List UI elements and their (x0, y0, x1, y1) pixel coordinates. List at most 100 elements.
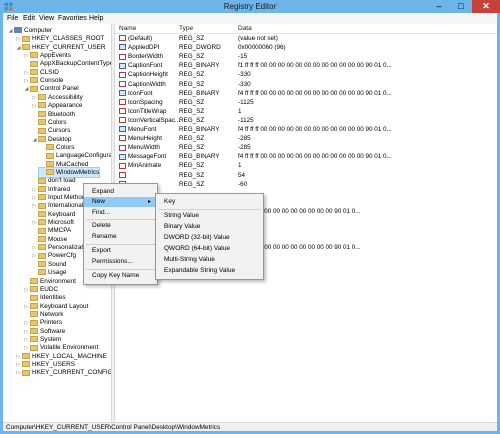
list-row[interactable]: IconVerticalSpac... REG_SZ -1125 (115, 116, 497, 125)
menu-favorites[interactable]: Favorites (58, 15, 87, 22)
folder-icon (30, 344, 38, 351)
value-type: REG_SZ (179, 35, 205, 42)
menu-file[interactable]: File (7, 15, 18, 22)
list-row[interactable]: BorderWidth REG_SZ -15 (115, 52, 497, 61)
value-name-text: MenuFont (128, 126, 157, 133)
column-header-data[interactable]: Data (238, 25, 252, 32)
list-row[interactable]: CaptionWidth REG_SZ -330 (115, 80, 497, 89)
menu-item-find[interactable]: Find... (84, 208, 157, 218)
tree-item-label: AppEvents (40, 52, 71, 60)
folder-icon (30, 60, 38, 67)
menu-item-export[interactable]: Export (84, 246, 157, 256)
submenu-item-binary-value[interactable]: Binary Value (156, 222, 200, 232)
folder-icon (22, 35, 30, 42)
registry-editor-window: Registry Editor – □ ✕ File Edit View Fav… (0, 0, 500, 434)
folder-icon (30, 327, 38, 334)
computer-icon (14, 27, 22, 34)
value-data: -330 (238, 80, 251, 88)
menu-view[interactable]: View (39, 15, 54, 22)
tree-item-label: WindowMetrics (56, 168, 100, 176)
tree-item-label: Control Panel (40, 85, 79, 93)
collapse-arrow-icon[interactable]: ◢ (23, 85, 30, 94)
folder-icon (30, 294, 38, 301)
folder-icon (30, 77, 38, 84)
tree-item-label: Computer (24, 27, 53, 34)
list-row[interactable]: IconFont REG_BINARY f4 ff ff ff 00 00 00 0… (115, 89, 497, 98)
folder-icon (38, 252, 46, 259)
tree-item-label: Input Method (48, 194, 86, 201)
menu-item-copy-key-name[interactable]: Copy Key Name (84, 271, 157, 281)
value-name: BorderWidth (119, 52, 163, 61)
collapse-arrow-icon[interactable]: ◢ (7, 27, 14, 36)
tree-item-label: Keyboard (48, 210, 76, 218)
list-row[interactable]: (Default) REG_SZ (value not set) (115, 34, 497, 43)
value-name-text: IconVerticalSpac... (128, 116, 181, 124)
value-data: 54 (238, 171, 246, 179)
list-row[interactable]: MinAnimate REG_SZ 1 (115, 161, 497, 170)
list-row[interactable]: IconTitleWrap REG_SZ 1 (115, 107, 497, 116)
binary-value-icon (119, 44, 126, 51)
value-name: MessageFont (119, 152, 166, 161)
submenu-item-expandable-string-value[interactable]: Expandable String Value (156, 266, 235, 276)
list-row[interactable]: IconSpacing REG_SZ -1125 (115, 98, 497, 107)
folder-icon (38, 135, 46, 142)
string-value-icon (119, 53, 126, 60)
context-menu: Expand New Find... Delete Rename Export Permis… (83, 183, 163, 285)
value-type: REG_SZ (179, 53, 205, 61)
list-row[interactable]: CaptionHeight REG_SZ -330 (115, 70, 497, 79)
value-type: REG_SZ (179, 162, 205, 170)
string-value-icon (119, 99, 126, 106)
close-button[interactable]: ✕ (472, 0, 500, 13)
list-row[interactable]: MessageFont REG_BINARY f4 ff ff ff 00 00 0… (115, 152, 497, 161)
submenu-item-qword-value[interactable]: QWORD (64-bit) Value (156, 244, 230, 254)
folder-icon (38, 194, 46, 201)
value-type: REG_SZ (179, 144, 205, 152)
folder-icon (38, 177, 46, 184)
value-name: IconTitleWrap (119, 107, 167, 116)
list-row[interactable]: REG_SZ -60 (115, 180, 497, 189)
value-data: f4 ff ff ff 00 00 00 00 00 00 00 00 00 0… (238, 89, 392, 97)
maximize-button[interactable]: □ (450, 0, 472, 13)
value-type: REG_SZ (179, 180, 205, 188)
tree-item[interactable]: ▷ HKEY_CURRENT_CONFIG (15, 368, 111, 377)
folder-icon (38, 227, 46, 234)
string-value-icon (119, 108, 126, 115)
menu-item-delete[interactable]: Delete (84, 221, 157, 231)
menu-item-new[interactable]: New (84, 197, 163, 207)
submenu-item-multi-string-value[interactable]: Multi-String Value (156, 255, 215, 265)
folder-icon (30, 69, 38, 76)
submenu-item-key[interactable]: Key (156, 197, 175, 207)
minimize-button[interactable]: – (428, 0, 450, 13)
folder-icon (30, 286, 38, 293)
menu-help[interactable]: Help (89, 15, 103, 22)
menu-item-permissions[interactable]: Permissions... (84, 257, 157, 267)
menu-item-rename[interactable]: Rename (84, 232, 157, 242)
list-row[interactable]: MenuFont REG_BINARY f4 ff ff ff 00 00 00 0… (115, 125, 497, 134)
submenu-item-string-value[interactable]: String Value (156, 211, 199, 221)
list-row[interactable]: CaptionFont REG_BINARY f1 ff ff ff 00 00 0… (115, 61, 497, 70)
binary-value-icon (119, 89, 126, 96)
collapse-arrow-icon[interactable]: ◢ (15, 44, 22, 53)
list-row[interactable]: AppliedDPI REG_DWORD 0x00000060 (96) (115, 43, 497, 52)
tree-item-label: Identities (40, 294, 66, 302)
list-row[interactable]: REG_SZ 54 (115, 171, 497, 180)
value-data: -330 (238, 71, 251, 79)
value-name-text: MessageFont (128, 153, 167, 161)
list-row[interactable]: MenuWidth REG_SZ -285 (115, 143, 497, 152)
title-bar[interactable]: Registry Editor – □ ✕ (0, 0, 500, 13)
collapse-arrow-icon[interactable]: ◢ (31, 136, 38, 145)
submenu-arrow-icon: ▸ (148, 199, 152, 205)
folder-icon (38, 119, 46, 126)
column-header-name[interactable]: Name (119, 25, 136, 32)
tree-item-label: Environment (40, 277, 76, 285)
expand-arrow-icon[interactable]: ▷ (15, 369, 22, 378)
tree-item-label: System (40, 335, 62, 343)
menu-edit[interactable]: Edit (23, 15, 35, 22)
column-header-type[interactable]: Type (179, 25, 193, 32)
value-name: CaptionWidth (119, 80, 166, 89)
menu-item-expand[interactable]: Expand (84, 187, 157, 197)
tree-item-label: Printers (40, 319, 63, 327)
value-name (119, 171, 128, 180)
submenu-item-dword-value[interactable]: DWORD (32-bit) Value (156, 233, 230, 243)
list-row[interactable]: MenuHeight REG_SZ -285 (115, 134, 497, 143)
